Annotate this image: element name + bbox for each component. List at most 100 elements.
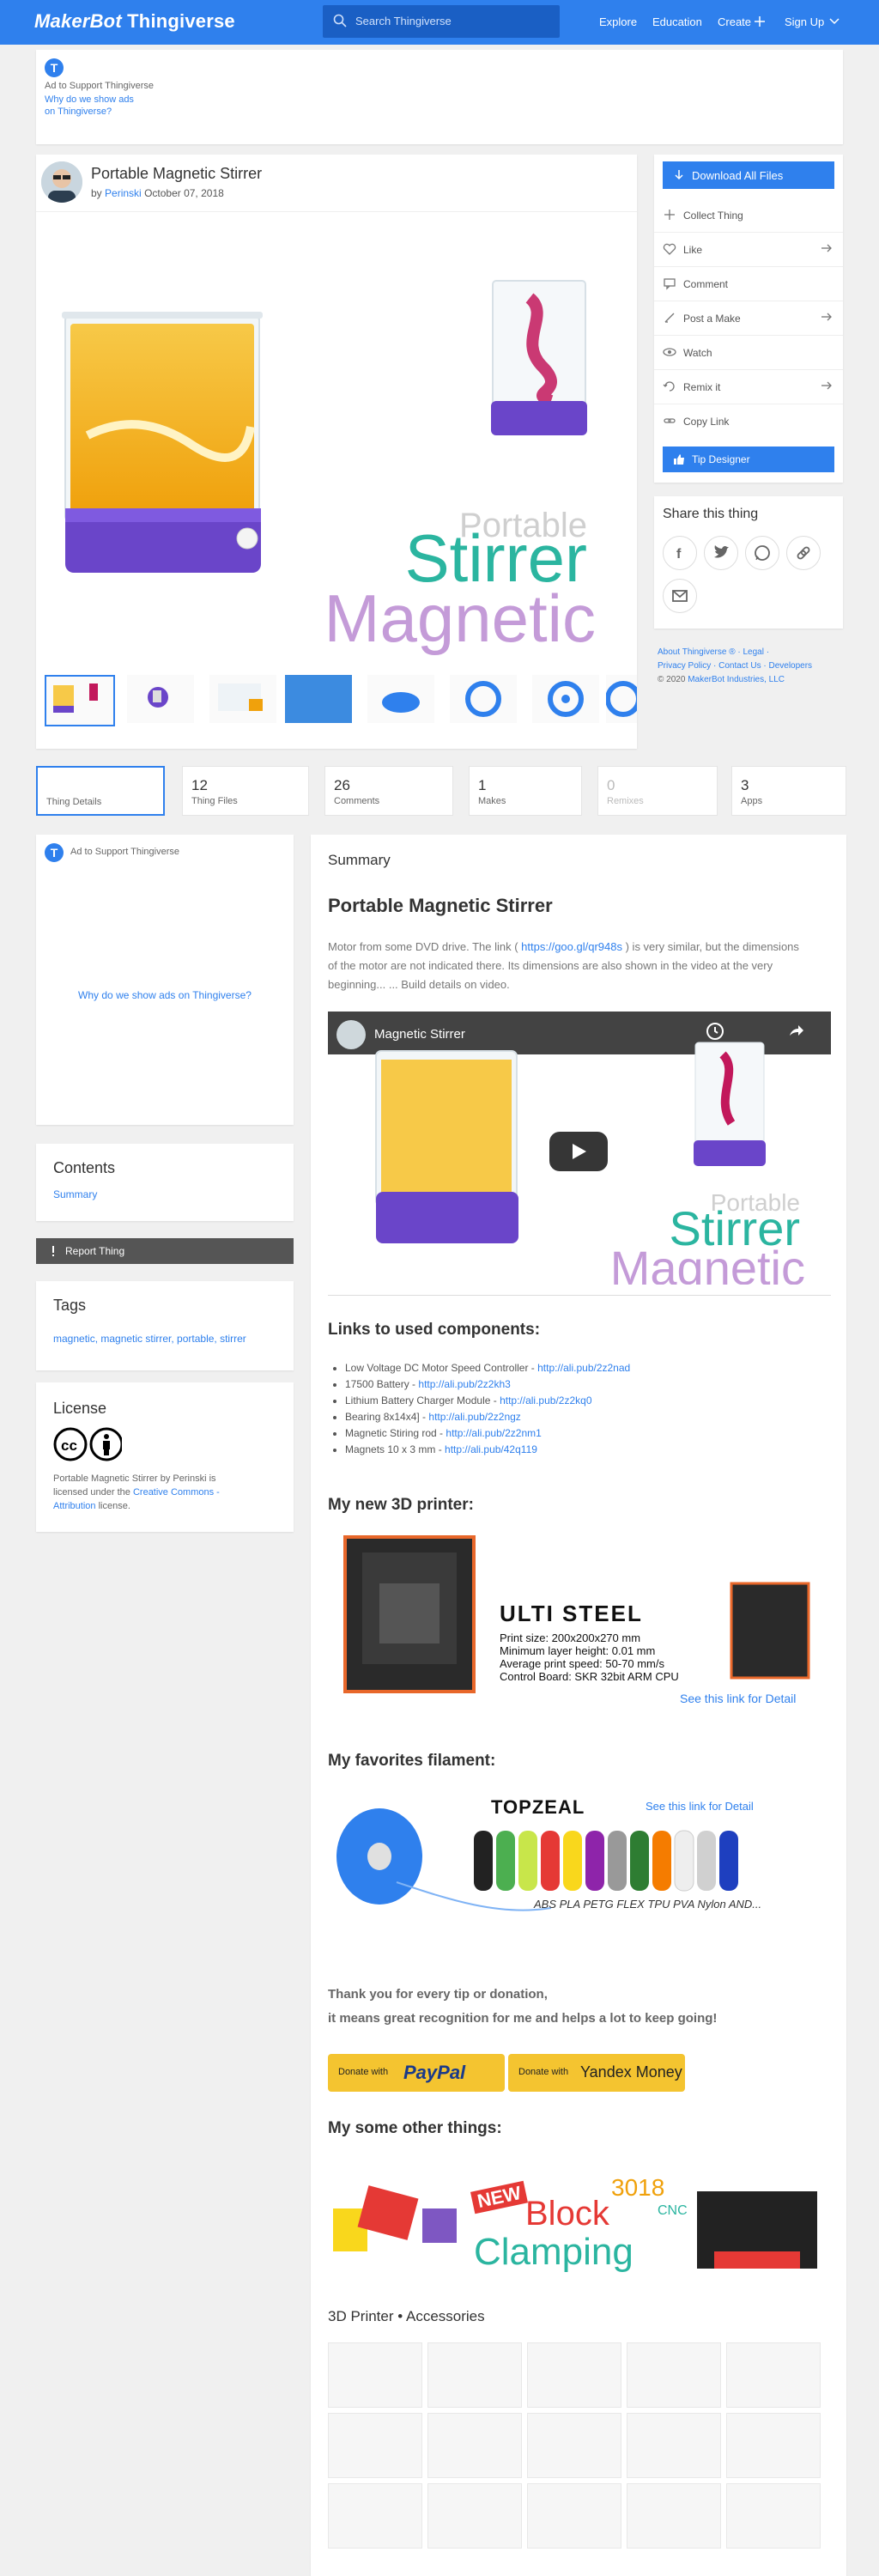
contents-summary-link[interactable]: Summary bbox=[53, 1188, 97, 1200]
tag-list[interactable]: magnetic, magnetic stirrer, portable, st… bbox=[53, 1333, 246, 1345]
thumbnail-2[interactable] bbox=[127, 675, 194, 723]
accessory-thumbnail[interactable] bbox=[427, 2483, 522, 2549]
collect-thing-button[interactable]: Collect Thing bbox=[654, 197, 843, 233]
clock-icon[interactable] bbox=[706, 1022, 724, 1041]
author-link[interactable]: Perinski bbox=[105, 187, 142, 199]
share-icon[interactable] bbox=[786, 1022, 805, 1041]
component-link[interactable]: http://ali.pub/2z2nad bbox=[537, 1362, 630, 1374]
component-link[interactable]: http://ali.pub/2z2nm1 bbox=[446, 1427, 541, 1439]
top-header: MakerBot Thingiverse Search Thingiverse … bbox=[0, 0, 879, 45]
component-link[interactable]: http://ali.pub/2z2kq0 bbox=[500, 1394, 591, 1406]
tab-comments[interactable]: 26 Comments bbox=[324, 766, 453, 816]
component-link[interactable]: http://ali.pub/2z2kh3 bbox=[418, 1378, 510, 1390]
accessory-thumbnail[interactable] bbox=[627, 2413, 721, 2478]
report-thing-button[interactable]: Report Thing bbox=[36, 1238, 294, 1264]
license-text-3: Attribution license. bbox=[53, 1499, 285, 1513]
thumbnail-4[interactable] bbox=[285, 675, 352, 723]
footer-line-2[interactable]: Privacy Policy · Contact Us · Developers bbox=[658, 659, 846, 673]
author-avatar[interactable] bbox=[41, 161, 82, 203]
accessory-thumbnail[interactable] bbox=[627, 2483, 721, 2549]
why-ads-link-2[interactable]: on Thingiverse? bbox=[45, 106, 112, 117]
accessory-thumbnail[interactable] bbox=[726, 2342, 821, 2408]
play-button[interactable] bbox=[549, 1132, 608, 1171]
channel-avatar[interactable] bbox=[336, 1020, 366, 1049]
plus-icon[interactable] bbox=[754, 15, 766, 27]
donate-yandex-button[interactable]: Donate with Yandex Money bbox=[508, 2054, 685, 2092]
why-ads-link-1[interactable]: Why do we show ads bbox=[45, 94, 134, 105]
desc-1a: Motor from some DVD drive. The link ( bbox=[328, 940, 518, 953]
accessory-thumbnail[interactable] bbox=[427, 2413, 522, 2478]
accessory-thumbnail[interactable] bbox=[427, 2342, 522, 2408]
whatsapp-share-button[interactable] bbox=[745, 536, 779, 570]
tip-designer-button[interactable]: Tip Designer bbox=[663, 447, 834, 472]
tab-thing-files[interactable]: 12 Thing Files bbox=[182, 766, 309, 816]
avatar-face-icon bbox=[41, 161, 82, 203]
thumbnail-8[interactable] bbox=[605, 675, 637, 723]
cc-link[interactable]: Creative Commons - bbox=[133, 1487, 220, 1498]
accessory-thumbnail[interactable] bbox=[527, 2483, 621, 2549]
other-things-banner[interactable]: NEW 3018 CNC Block Clamping bbox=[328, 2157, 831, 2286]
thumbnail-3[interactable] bbox=[209, 675, 276, 723]
accessory-thumbnail[interactable] bbox=[328, 2413, 422, 2478]
nav-explore[interactable]: Explore bbox=[599, 15, 637, 28]
search-input[interactable]: Search Thingiverse bbox=[323, 5, 560, 38]
component-link[interactable]: http://ali.pub/2z2ngz bbox=[428, 1411, 520, 1423]
whatsapp-icon bbox=[755, 545, 770, 561]
download-all-files-button[interactable]: Download All Files bbox=[663, 161, 834, 189]
tab-thing-details[interactable]: Thing Details bbox=[36, 766, 165, 816]
tab-label: Comments bbox=[334, 796, 380, 806]
component-link[interactable]: http://ali.pub/42q119 bbox=[445, 1443, 537, 1455]
accessory-thumbnail[interactable] bbox=[527, 2413, 621, 2478]
nav-sign-up[interactable]: Sign Up bbox=[785, 15, 824, 28]
accessory-thumbnail[interactable] bbox=[726, 2413, 821, 2478]
watch-button[interactable]: Watch bbox=[654, 335, 843, 370]
thumbnail-6[interactable] bbox=[450, 675, 517, 723]
footer-line-1[interactable]: About Thingiverse ® · Legal · bbox=[658, 646, 846, 659]
nav-create[interactable]: Create bbox=[718, 15, 751, 28]
list-item: Low Voltage DC Motor Speed Controller - … bbox=[345, 1360, 630, 1376]
thingiverse-t-icon: T bbox=[45, 58, 64, 77]
filament-ad-banner[interactable]: TOPZEAL See this link for Detail ABS PLA… bbox=[328, 1788, 831, 1917]
post-a-make-button[interactable]: Post a Make bbox=[654, 301, 843, 336]
thumbnail-5[interactable] bbox=[367, 675, 434, 723]
filament-detail-link[interactable]: See this link for Detail bbox=[646, 1800, 754, 1813]
facebook-share-button[interactable]: f bbox=[663, 536, 697, 570]
accessory-thumbnail[interactable] bbox=[627, 2342, 721, 2408]
play-icon bbox=[573, 1144, 586, 1159]
twitter-share-button[interactable] bbox=[704, 536, 738, 570]
tab-makes[interactable]: 1 Makes bbox=[469, 766, 582, 816]
printer-detail-link[interactable]: See this link for Detail bbox=[680, 1692, 796, 1705]
donate-paypal-button[interactable]: Donate with PayPal bbox=[328, 2054, 505, 2092]
creative-commons-icon[interactable]: cc bbox=[53, 1427, 122, 1461]
thumbnail-7[interactable] bbox=[532, 675, 599, 723]
accessory-thumbnail[interactable] bbox=[328, 2483, 422, 2549]
watch-label: Watch bbox=[683, 347, 712, 359]
copy-link-share-button[interactable] bbox=[786, 536, 821, 570]
accessory-thumbnail[interactable] bbox=[527, 2342, 621, 2408]
why-ads-link[interactable]: Why do we show ads on Thingiverse? bbox=[36, 989, 294, 1001]
remix-button[interactable]: Remix it bbox=[654, 369, 843, 404]
license-text-1: Portable Magnetic Stirrer by Perinski is bbox=[53, 1473, 216, 1484]
copy-link-button[interactable]: Copy Link bbox=[654, 404, 843, 438]
logo-brand: MakerBot bbox=[34, 10, 122, 32]
tab-remixes[interactable]: 0 Remixes bbox=[597, 766, 718, 816]
attribution-link[interactable]: Attribution bbox=[53, 1501, 96, 1511]
chevron-down-icon[interactable] bbox=[829, 18, 840, 25]
nav-education[interactable]: Education bbox=[652, 15, 702, 28]
tab-apps[interactable]: 3 Apps bbox=[731, 766, 846, 816]
tab-label: Thing Files bbox=[191, 796, 238, 806]
like-button[interactable]: Like bbox=[654, 232, 843, 267]
thumbnail-1[interactable] bbox=[45, 675, 115, 726]
video-title[interactable]: Magnetic Stirrer bbox=[374, 1027, 465, 1042]
email-share-button[interactable] bbox=[663, 579, 697, 613]
hero-image[interactable]: Portable Stirrer Magnetic bbox=[36, 211, 637, 659]
comment-button[interactable]: Comment bbox=[654, 266, 843, 301]
motor-link[interactable]: https://goo.gl/qr948s bbox=[521, 940, 622, 953]
accessory-thumbnail[interactable] bbox=[328, 2342, 422, 2408]
printer-ad-banner[interactable]: ULTI STEEL Print size: 200x200x270 mm Mi… bbox=[328, 1532, 831, 1705]
makerbot-link[interactable]: MakerBot Industries, LLC bbox=[688, 675, 785, 684]
video-player[interactable]: Portable Stirrer Magnetic Magnetic Stirr… bbox=[328, 1012, 831, 1285]
accessory-thumbnail[interactable] bbox=[726, 2483, 821, 2549]
accessories-heading: 3D Printer • Accessories bbox=[328, 2308, 485, 2324]
thingiverse-logo[interactable]: MakerBot Thingiverse bbox=[34, 10, 235, 33]
